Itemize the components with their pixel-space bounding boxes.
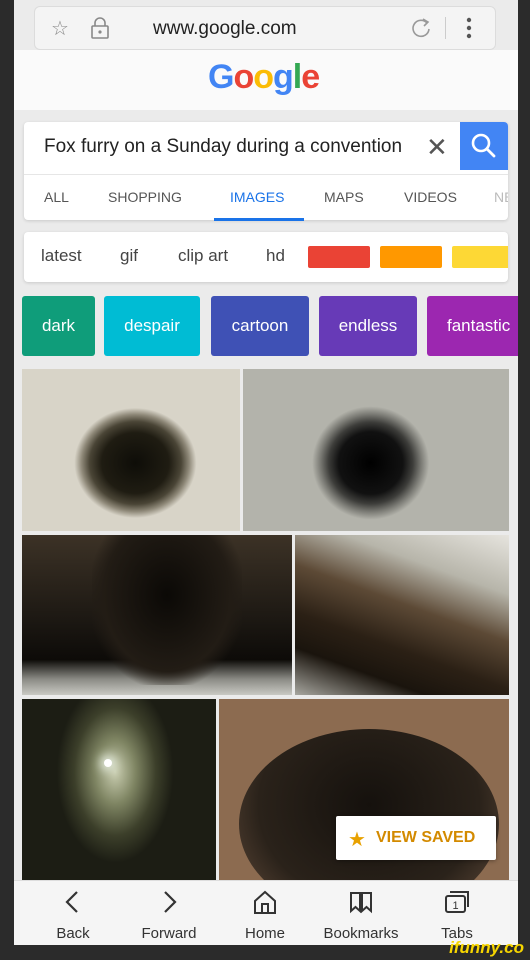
search-icon [471,133,496,158]
image-result[interactable] [243,369,509,531]
filter-bar: latest gif clip art hd [24,232,508,282]
star-outline-icon[interactable]: ☆ [51,16,69,41]
image-result[interactable] [295,535,509,695]
chip-endless[interactable]: endless [319,296,417,356]
google-logo[interactable]: Google [208,58,320,97]
search-card: Fox furry on a Sunday during a conventio… [24,122,508,221]
chip-cartoon[interactable]: cartoon [211,296,309,356]
image-result[interactable] [22,699,216,881]
view-saved-label: VIEW SAVED [376,829,476,846]
url-text[interactable]: www.google.com [153,18,297,40]
browser-screen: ☆ www.google.com Google Fox furry on a S… [14,0,518,945]
filter-gif[interactable]: gif [120,246,138,266]
vertical-dots-icon[interactable] [465,15,473,47]
filter-latest[interactable]: latest [41,246,82,266]
color-filter-red[interactable] [308,246,370,268]
tab-shopping[interactable]: SHOPPING [108,189,182,205]
light-spot [104,759,112,767]
image-result[interactable] [22,535,292,695]
forward-button[interactable]: Forward [124,885,214,942]
bottom-navigation: Back Forward Home Bookmarks 1 Tabs [14,880,518,945]
search-tabs: ALL SHOPPING IMAGES MAPS VIDEOS NE [24,174,508,221]
chevron-right-icon [164,891,177,913]
chip-despair[interactable]: despair [104,296,200,356]
home-button[interactable]: Home [220,885,310,942]
tabs-icon: 1 [445,891,469,913]
forward-label: Forward [141,925,197,942]
back-label: Back [56,925,90,942]
filter-clip-art[interactable]: clip art [178,246,228,266]
google-header: Google [14,50,518,110]
tab-images[interactable]: IMAGES [230,189,284,205]
image-result[interactable] [22,369,240,531]
tab-videos[interactable]: VIDEOS [404,189,457,205]
divider [445,17,446,39]
active-tab-indicator [214,218,304,221]
color-filter-orange[interactable] [380,246,442,268]
tab-all[interactable]: ALL [44,189,69,205]
clear-icon[interactable]: ✕ [426,132,448,163]
back-button[interactable]: Back [28,885,118,942]
star-icon: ★ [348,829,366,851]
view-saved-button[interactable]: ★ VIEW SAVED [336,816,496,860]
bookmarks-icon [350,892,372,914]
watermark-logo: ifunny.co [449,938,524,957]
tab-news[interactable]: NE [494,189,508,205]
image-shade [92,535,242,685]
bookmarks-label: Bookmarks [323,925,399,942]
tab-maps[interactable]: MAPS [324,189,364,205]
svg-text:1: 1 [452,900,458,912]
home-label: Home [244,925,285,942]
filter-hd[interactable]: hd [266,246,285,266]
bookmarks-button[interactable]: Bookmarks [316,885,406,942]
search-button[interactable] [460,122,508,170]
chip-dark[interactable]: dark [22,296,95,356]
search-input[interactable]: Fox furry on a Sunday during a conventio… [44,136,402,158]
address-bar[interactable]: ☆ www.google.com [34,6,496,50]
chip-fantastic[interactable]: fantastic [427,296,518,356]
tabs-button[interactable]: 1 Tabs [412,885,502,942]
reload-icon[interactable] [409,16,433,46]
lock-icon [89,17,111,45]
home-icon [254,890,276,914]
color-filter-yellow[interactable] [452,246,508,268]
chevron-left-icon [65,891,78,913]
